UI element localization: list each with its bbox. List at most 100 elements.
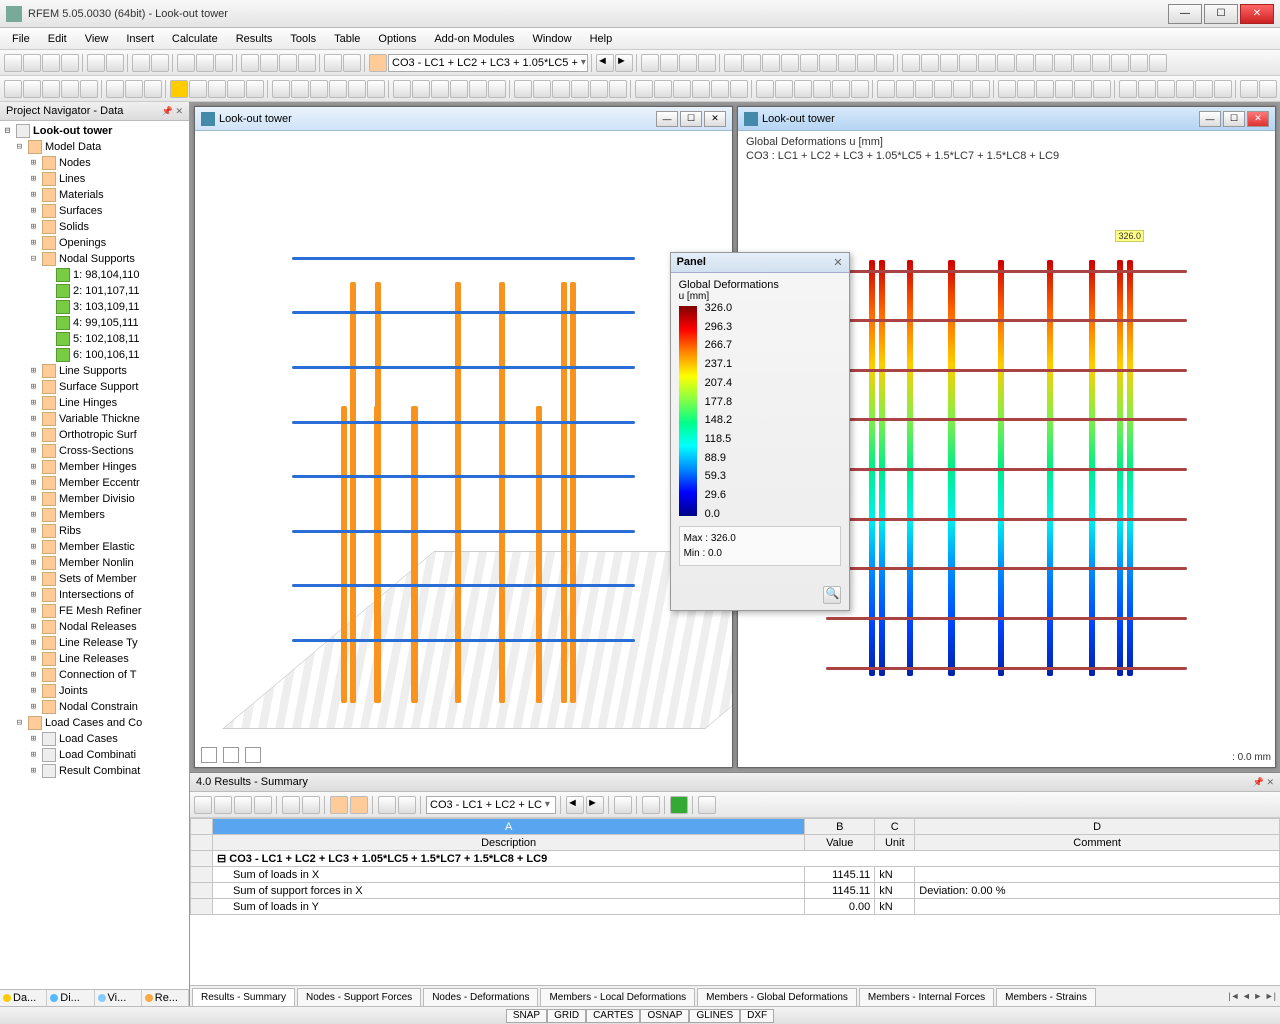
rt-8[interactable]: [350, 796, 368, 814]
tb2-x18[interactable]: [635, 80, 653, 98]
rt-calc[interactable]: [698, 796, 716, 814]
tb-preview[interactable]: [106, 54, 124, 72]
loadcase-combo[interactable]: CO3 - LC1 + LC2 + LC3 + 1.05*LC5 +: [388, 54, 588, 72]
tree-load-item[interactable]: ⊞Result Combinat: [0, 763, 189, 779]
results-tab[interactable]: Members - Local Deformations: [540, 988, 695, 1006]
status-cartes[interactable]: CARTES: [586, 1009, 640, 1023]
view-results-title[interactable]: Look-out tower — ☐ ✕: [738, 107, 1275, 131]
menu-insert[interactable]: Insert: [118, 31, 162, 47]
rt-1[interactable]: [194, 796, 212, 814]
tb-m5[interactable]: [800, 54, 818, 72]
tb2-x23[interactable]: [730, 80, 748, 98]
tb2-x43[interactable]: [1138, 80, 1156, 98]
tb2-x34[interactable]: [953, 80, 971, 98]
rt-12[interactable]: [642, 796, 660, 814]
nav-tab-display[interactable]: Di...: [47, 990, 94, 1006]
rt-5[interactable]: [282, 796, 300, 814]
tree-item[interactable]: ⊞Nodal Releases: [0, 619, 189, 635]
tb-copy[interactable]: [196, 54, 214, 72]
menu-edit[interactable]: Edit: [40, 31, 75, 47]
tb2-x40[interactable]: [1074, 80, 1092, 98]
tb2-x27[interactable]: [813, 80, 831, 98]
tree-item[interactable]: ⊞Member Eccentr: [0, 475, 189, 491]
nav-tab-data[interactable]: Da...: [0, 990, 47, 1006]
tree-item[interactable]: ⊞FE Mesh Refiner: [0, 603, 189, 619]
tb2-x19[interactable]: [654, 80, 672, 98]
table-row[interactable]: Sum of loads in X1145.11kN: [191, 867, 1280, 883]
tree-item[interactable]: ⊞Line Supports: [0, 363, 189, 379]
status-osnap[interactable]: OSNAP: [640, 1009, 689, 1023]
tree-support[interactable]: 6: 100,106,11: [0, 347, 189, 363]
tree-item[interactable]: ⊞Nodal Constrain: [0, 699, 189, 715]
status-glines[interactable]: GLINES: [689, 1009, 740, 1023]
tree-item[interactable]: ⊞Lines: [0, 171, 189, 187]
tb-open[interactable]: [23, 54, 41, 72]
tb-s14[interactable]: [1149, 54, 1167, 72]
tb-s9[interactable]: [1054, 54, 1072, 72]
tb-view1[interactable]: [324, 54, 342, 72]
pin-icon[interactable]: 📌 ✕: [1253, 777, 1274, 788]
tb2-6[interactable]: [106, 80, 124, 98]
tb-s3[interactable]: [940, 54, 958, 72]
tb-s8[interactable]: [1035, 54, 1053, 72]
tree-item[interactable]: ⊞Member Hinges: [0, 459, 189, 475]
tb2-x0[interactable]: [272, 80, 290, 98]
tb-print[interactable]: [87, 54, 105, 72]
tb2-x33[interactable]: [934, 80, 952, 98]
tree-item[interactable]: ⊞Nodes: [0, 155, 189, 171]
results-tab[interactable]: Members - Strains: [996, 988, 1096, 1006]
tb2-x45[interactable]: [1176, 80, 1194, 98]
tb2-x28[interactable]: [832, 80, 850, 98]
vp-icon1[interactable]: [201, 747, 217, 763]
menu-results[interactable]: Results: [228, 31, 281, 47]
tb2-x26[interactable]: [794, 80, 812, 98]
mdi-max[interactable]: ☐: [680, 111, 702, 127]
results-loadcase-combo[interactable]: CO3 - LC1 + LC2 + LC: [426, 796, 556, 814]
tb2-x7[interactable]: [412, 80, 430, 98]
tb2-x29[interactable]: [851, 80, 869, 98]
tree-support[interactable]: 4: 99,105,111: [0, 315, 189, 331]
tb-r1[interactable]: [641, 54, 659, 72]
tb2-x24[interactable]: [756, 80, 774, 98]
tb2-x9[interactable]: [450, 80, 468, 98]
status-dxf[interactable]: DXF: [740, 1009, 774, 1023]
tb2-x22[interactable]: [711, 80, 729, 98]
mdi-close[interactable]: ✕: [704, 111, 726, 127]
tb-calc3[interactable]: [279, 54, 297, 72]
rt-2[interactable]: [214, 796, 232, 814]
mdi-min[interactable]: —: [656, 111, 678, 127]
nav-tab-views[interactable]: Vi...: [95, 990, 142, 1006]
nav-tab-results[interactable]: Re...: [142, 990, 189, 1006]
tb2-x17[interactable]: [609, 80, 627, 98]
tb-saveall[interactable]: [61, 54, 79, 72]
close-button[interactable]: ✕: [1240, 4, 1274, 24]
tb-calc4[interactable]: [298, 54, 316, 72]
tree-item[interactable]: ⊞Materials: [0, 187, 189, 203]
tb-new[interactable]: [4, 54, 22, 72]
table-row[interactable]: Sum of loads in Y0.00kN: [191, 899, 1280, 915]
results-tab[interactable]: Members - Global Deformations: [697, 988, 857, 1006]
tb2-x41[interactable]: [1093, 80, 1111, 98]
tb2-x20[interactable]: [673, 80, 691, 98]
navigator-tree[interactable]: ⊟Look-out tower ⊟Model Data ⊞Nodes⊞Lines…: [0, 121, 189, 989]
tb-m6[interactable]: [819, 54, 837, 72]
tree-item[interactable]: ⊞Surfaces: [0, 203, 189, 219]
vp-icon2[interactable]: [223, 747, 239, 763]
rt-excel[interactable]: [670, 796, 688, 814]
tree-item[interactable]: ⊞Connection of T: [0, 667, 189, 683]
tree-support[interactable]: 3: 103,109,11: [0, 299, 189, 315]
tb-s13[interactable]: [1130, 54, 1148, 72]
tb-calc[interactable]: [241, 54, 259, 72]
tb-m3[interactable]: [762, 54, 780, 72]
menu-tools[interactable]: Tools: [282, 31, 324, 47]
tb-s12[interactable]: [1111, 54, 1129, 72]
tb2-x4[interactable]: [348, 80, 366, 98]
menu-view[interactable]: View: [77, 31, 117, 47]
tree-item[interactable]: ⊞Sets of Member: [0, 571, 189, 587]
tb2-x2[interactable]: [310, 80, 328, 98]
tb-m7[interactable]: [838, 54, 856, 72]
tb-s11[interactable]: [1092, 54, 1110, 72]
menu-calculate[interactable]: Calculate: [164, 31, 226, 47]
tb2-1[interactable]: [4, 80, 22, 98]
rt-4[interactable]: [254, 796, 272, 814]
